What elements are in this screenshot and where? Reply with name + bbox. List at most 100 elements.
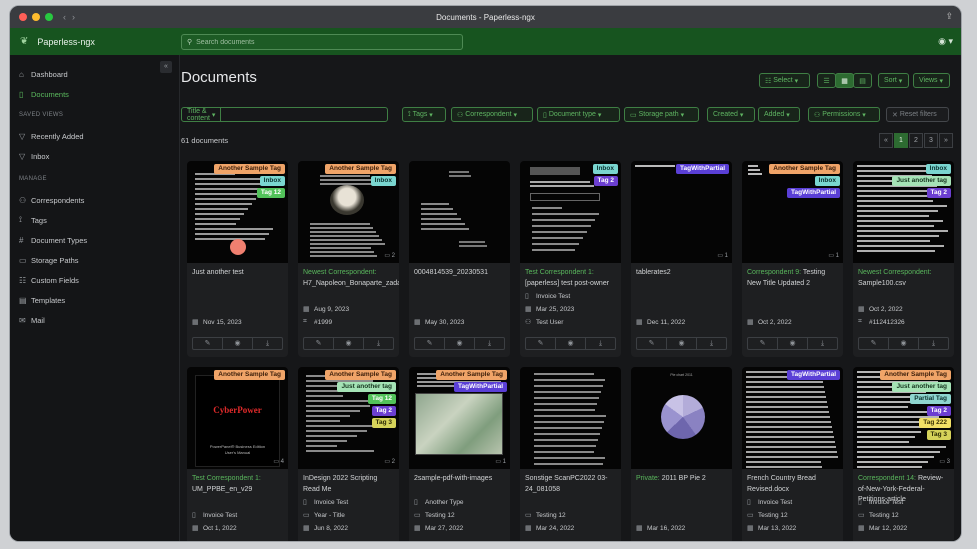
tag-badge[interactable]: Tag 12 — [256, 188, 285, 198]
document-card[interactable]: Another Sample Tag Just another tag Partia… — [853, 367, 954, 541]
edit-button[interactable]: ✎ — [415, 338, 445, 349]
document-thumbnail[interactable]: Another Sample Tag Inbox ▭ 2 — [298, 161, 399, 263]
tag-badge[interactable]: Another Sample Tag — [880, 370, 951, 380]
tag-badge[interactable]: Partial Tag — [910, 394, 951, 404]
document-thumbnail[interactable]: Another Sample Tag Inbox TagWithPartial ▭ 1 — [742, 161, 843, 263]
tag-badge[interactable]: TagWithPartial — [454, 382, 507, 392]
preview-button[interactable]: ◉ — [445, 338, 475, 349]
view-table-button[interactable]: ☰ — [817, 73, 836, 88]
document-thumbnail[interactable]: Another Sample Tag TagWithPartial ▭ 1 — [409, 367, 510, 469]
document-card[interactable]: Inbox Tag 2 Test Correspondent 1: [paperle… — [520, 161, 621, 357]
sidebar-item-storage-paths[interactable]: ▭ Storage Paths — [10, 250, 179, 270]
notes-count[interactable]: ▭ 2 — [384, 252, 395, 259]
document-card[interactable]: Another Sample Tag Inbox ▭ 2 Newest Corresp… — [298, 161, 399, 357]
tag-badge[interactable]: TagWithPartial — [676, 164, 729, 174]
tag-badge[interactable]: Tag 3 — [371, 418, 396, 428]
document-thumbnail[interactable]: CyberPower PowerPanel® Business Edition Us… — [187, 367, 288, 469]
document-correspondent[interactable]: Private: — [636, 475, 660, 482]
document-card[interactable]: 0004814539_20230531 ▦ May 30, 2023 ✎ ◉ ⤓ — [409, 161, 510, 357]
download-button[interactable]: ⤓ — [586, 338, 615, 349]
pagination-next[interactable]: » — [939, 133, 953, 148]
document-type-filter[interactable]: ▯ Document type ▾ — [537, 107, 620, 122]
notes-count[interactable]: ▭ 2 — [384, 458, 395, 465]
tag-badge[interactable]: Another Sample Tag — [325, 164, 396, 174]
tag-badge[interactable]: Tag 2 — [371, 406, 396, 416]
sidebar-item-templates[interactable]: ▤ Templates — [10, 290, 179, 310]
tag-badge[interactable]: Just another tag — [892, 382, 951, 392]
document-correspondent[interactable]: Newest Correspondent: — [858, 269, 932, 276]
download-button[interactable]: ⤓ — [697, 338, 726, 349]
document-title[interactable]: Test Correspondent 1: UM_PPBE_en_v29 — [192, 474, 284, 495]
document-card[interactable]: Another Sample Tag Inbox Tag 12 Just anothe… — [187, 161, 288, 357]
document-title[interactable]: Private: 2011 BP Pie 2 — [636, 474, 728, 485]
edit-button[interactable]: ✎ — [526, 338, 556, 349]
document-title[interactable]: InDesign 2022 Scripting Read Me — [303, 474, 395, 495]
document-title[interactable]: Newest Correspondent: Sample100.csv — [858, 268, 950, 289]
document-card[interactable]: Another Sample Tag Just another tag Tag 12… — [298, 367, 399, 541]
notes-count[interactable]: ▭ 1 — [495, 458, 506, 465]
preview-button[interactable]: ◉ — [889, 338, 919, 349]
tag-badge[interactable]: Tag 3 — [926, 430, 951, 440]
sidebar-item-mail[interactable]: ✉ Mail — [10, 310, 179, 330]
document-thumbnail[interactable]: TagWithPartial ▭ 1 — [631, 161, 732, 263]
sidebar-item-dashboard[interactable]: ⌂ Dashboard — [10, 64, 179, 84]
document-title[interactable]: Just another test — [192, 268, 284, 279]
permissions-filter[interactable]: ⚇ Permissions ▾ — [808, 107, 880, 122]
tag-badge[interactable]: Tag 2 — [593, 176, 618, 186]
title-content-dropdown[interactable]: Title & content ▾ — [182, 108, 222, 122]
download-button[interactable]: ⤓ — [808, 338, 837, 349]
document-title[interactable]: Newest Correspondent: H7_Napoleon_Bonapa… — [303, 268, 399, 289]
download-button[interactable]: ⤓ — [919, 338, 948, 349]
tag-badge[interactable]: Tag 2 — [926, 406, 951, 416]
document-title[interactable]: Correspondent 9: Testing New Title Updat… — [747, 268, 839, 289]
sort-button[interactable]: Sort ▾ — [878, 73, 909, 88]
document-title[interactable]: 0004814539_20230531 — [414, 268, 506, 279]
document-title[interactable]: tablerates2 — [636, 268, 728, 279]
notes-count[interactable]: ▭ 3 — [939, 458, 950, 465]
sidebar-item-document-types[interactable]: # Document Types — [10, 230, 179, 250]
preview-button[interactable]: ◉ — [334, 338, 364, 349]
document-correspondent[interactable]: Newest Correspondent: — [303, 269, 377, 276]
download-button[interactable]: ⤓ — [364, 338, 393, 349]
view-large-cards-button[interactable]: ▤ — [853, 73, 872, 88]
document-card[interactable]: Inbox Just another tag Tag 2 Newest Corresp… — [853, 161, 954, 357]
document-card[interactable]: TagWithPartial ▭ 1 tablerates2 ▦ Dec 11, 202… — [631, 161, 732, 357]
text-filter[interactable]: Title & content ▾ — [181, 107, 399, 122]
document-thumbnail[interactable]: TagWithPartial — [742, 367, 843, 469]
user-menu[interactable]: ◉ ▾ — [938, 36, 953, 47]
document-thumbnail[interactable]: Another Sample Tag Just another tag Partia… — [853, 367, 954, 469]
sidebar-item-tags[interactable]: ⟟ Tags — [10, 210, 179, 230]
preview-button[interactable]: ◉ — [667, 338, 697, 349]
preview-button[interactable]: ◉ — [556, 338, 586, 349]
views-button[interactable]: Views ▾ — [913, 73, 950, 88]
document-card[interactable]: Pie chart 2011 Private: 2011 BP Pie 2 ▦ Mar… — [631, 367, 732, 541]
document-title[interactable]: Test Correspondent 1: [paperless] test p… — [525, 268, 617, 289]
document-card[interactable]: CyberPower PowerPanel® Business Edition Us… — [187, 367, 288, 541]
sidebar-item-correspondents[interactable]: ⚇ Correspondents — [10, 190, 179, 210]
document-thumbnail[interactable] — [409, 161, 510, 263]
tag-badge[interactable]: Another Sample Tag — [769, 164, 840, 174]
preview-button[interactable]: ◉ — [223, 338, 253, 349]
collapse-sidebar-button[interactable]: « — [160, 61, 172, 73]
edit-button[interactable]: ✎ — [859, 338, 889, 349]
document-thumbnail[interactable]: Another Sample Tag Inbox Tag 12 — [187, 161, 288, 263]
preview-button[interactable]: ◉ — [778, 338, 808, 349]
document-thumbnail[interactable]: Inbox Tag 2 — [520, 161, 621, 263]
tag-badge[interactable]: Inbox — [925, 164, 951, 174]
document-correspondent[interactable]: Correspondent 9: — [747, 269, 801, 276]
tag-badge[interactable]: Inbox — [814, 176, 840, 186]
edit-button[interactable]: ✎ — [637, 338, 667, 349]
document-correspondent[interactable]: Test Correspondent 1: — [192, 475, 261, 482]
tag-badge[interactable]: Tag 12 — [367, 394, 396, 404]
document-correspondent[interactable]: Correspondent 14: — [858, 475, 916, 482]
tag-badge[interactable]: Inbox — [259, 176, 285, 186]
tag-badge[interactable]: Just another tag — [892, 176, 951, 186]
tag-badge[interactable]: Just another tag — [337, 382, 396, 392]
document-card[interactable]: Sonstige ScanPC2022 03-24_081058 ▭ Testing… — [520, 367, 621, 541]
tag-badge[interactable]: Another Sample Tag — [325, 370, 396, 380]
view-small-cards-button[interactable]: ▦ — [835, 73, 854, 88]
correspondent-filter[interactable]: ⚇ Correspondent ▾ — [451, 107, 533, 122]
tag-badge[interactable]: TagWithPartial — [787, 370, 840, 380]
download-button[interactable]: ⤓ — [253, 338, 282, 349]
pagination-page-3[interactable]: 3 — [924, 133, 938, 148]
